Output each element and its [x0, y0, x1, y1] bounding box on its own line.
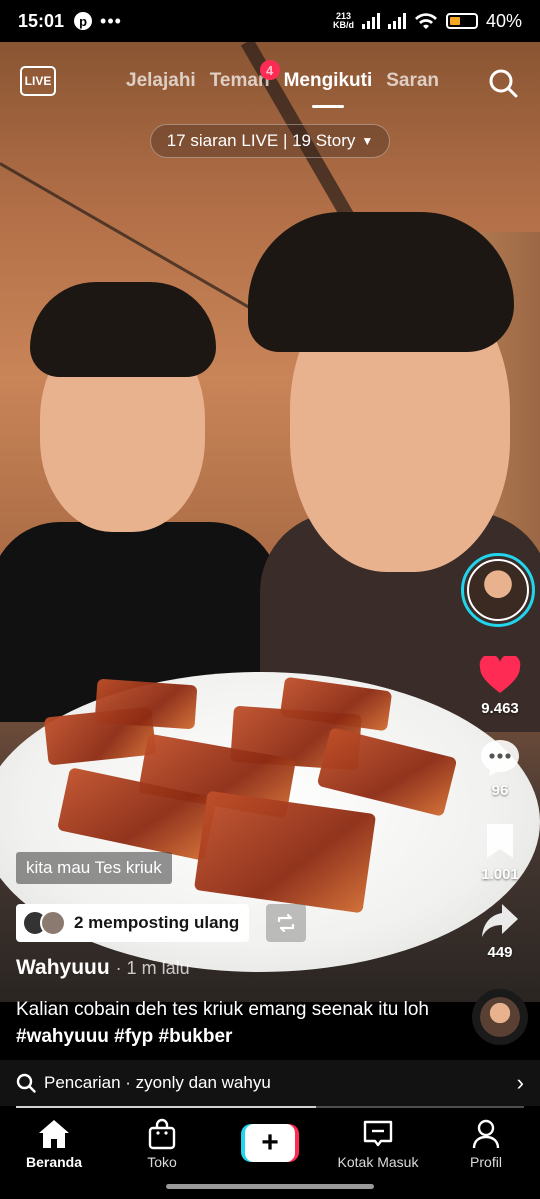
video-caption: Kalian cobain deh tes kriuk emang seenak… — [16, 996, 456, 1050]
shop-bag-icon — [148, 1118, 176, 1150]
caption-hashtags[interactable]: #wahyuuu #fyp #bukber — [16, 1026, 232, 1047]
clock: 15:01 — [18, 10, 65, 31]
music-disc[interactable] — [472, 989, 528, 1045]
repost-avatar — [40, 910, 66, 936]
caret-down-icon: ▼ — [361, 134, 374, 148]
share-button[interactable]: 449 — [468, 902, 532, 961]
status-bar: 15:01 p ••• 213 KB/d 40% — [0, 0, 540, 42]
pinterest-icon: p — [74, 12, 93, 30]
notification-badge: 4 — [259, 60, 280, 80]
nav-create[interactable]: + — [220, 1118, 320, 1162]
create-plus-icon: + — [241, 1124, 299, 1162]
signal-icon — [387, 13, 406, 29]
food-chip — [94, 678, 198, 730]
tab-jelajahi[interactable]: Jelajahi — [126, 70, 196, 92]
repost-info[interactable]: 2 memposting ulang — [16, 904, 250, 942]
signal-icon — [361, 13, 380, 29]
save-count: 1.001 — [481, 866, 519, 883]
inbox-icon — [363, 1120, 393, 1147]
bookmark-icon — [487, 824, 513, 858]
home-icon — [39, 1120, 69, 1148]
top-navigation: LIVE Jelajahi Teman 4 Mengikuti Saran — [0, 58, 540, 108]
nav-kotak-masuk[interactable]: Kotak Masuk — [328, 1118, 428, 1170]
share-count: 449 — [487, 944, 513, 961]
heart-icon — [479, 656, 521, 693]
live-icon[interactable]: LIVE — [20, 66, 56, 96]
live-story-label: 17 siaran LIVE | 19 Story — [166, 131, 356, 150]
search-suggestion-text: Pencarian · zyonly dan wahyu — [44, 1073, 271, 1092]
live-story-dropdown[interactable]: 17 siaran LIVE | 19 Story ▼ — [150, 124, 390, 158]
tab-teman[interactable]: Teman 4 — [210, 60, 280, 92]
search-suggestion-bar[interactable]: Pencarian · zyonly dan wahyu › — [0, 1060, 540, 1106]
search-icon[interactable] — [488, 68, 518, 98]
author-name[interactable]: Wahyuuu — [16, 956, 110, 979]
person-left — [0, 282, 280, 722]
profile-icon — [472, 1119, 500, 1149]
caption-text: Kalian cobain deh tes kriuk emang seenak… — [16, 999, 429, 1020]
repost-text: 2 memposting ulang — [74, 913, 240, 932]
comment-count: 96 — [491, 782, 509, 799]
like-count: 9.463 — [481, 700, 519, 717]
video-text-label: kita mau Tes kriuk — [16, 852, 172, 884]
battery-icon — [445, 13, 478, 29]
comment-button[interactable]: 96 — [468, 738, 532, 799]
like-button[interactable]: 9.463 — [468, 656, 532, 717]
post-time: · 1 m lalu — [115, 958, 190, 978]
tab-saran[interactable]: Saran — [386, 70, 439, 92]
person-right — [248, 212, 540, 732]
home-indicator — [166, 1184, 374, 1189]
share-arrow-icon — [482, 904, 518, 937]
repost-icon — [277, 913, 295, 933]
wifi-icon — [414, 13, 437, 29]
nav-profil[interactable]: Profil — [436, 1118, 536, 1170]
video-progress-bar[interactable] — [16, 1106, 524, 1108]
more-icon: ••• — [100, 10, 122, 31]
save-button[interactable]: 1.001 — [468, 822, 532, 883]
network-speed: 213 KB/d — [332, 11, 354, 30]
battery-percent: 40% — [485, 10, 522, 31]
search-icon — [16, 1073, 36, 1093]
repost-button[interactable] — [266, 904, 306, 942]
comment-icon — [481, 740, 519, 776]
tab-mengikuti[interactable]: Mengikuti — [284, 70, 372, 108]
author-line: Wahyuuu · 1 m lalu — [16, 956, 190, 980]
chevron-right-icon: › — [516, 1070, 524, 1095]
nav-beranda[interactable]: Beranda — [4, 1118, 104, 1170]
nav-toko[interactable]: Toko — [112, 1118, 212, 1170]
creator-avatar[interactable] — [461, 553, 535, 627]
